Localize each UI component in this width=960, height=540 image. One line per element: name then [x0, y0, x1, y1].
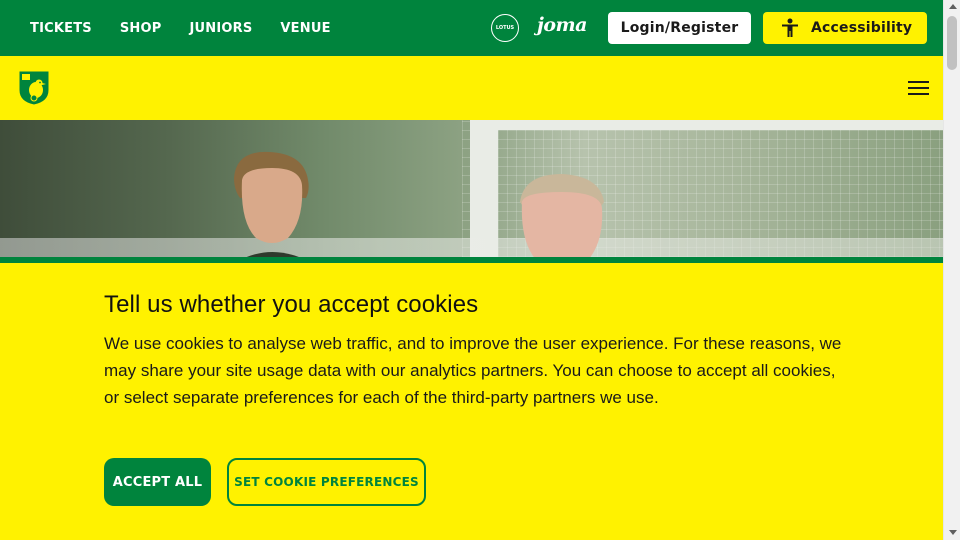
menu-line: [908, 81, 929, 83]
page-scrollbar[interactable]: [943, 0, 960, 540]
joma-sponsor-logo[interactable]: joma: [537, 14, 587, 36]
nav-tickets[interactable]: TICKETS: [30, 21, 92, 36]
menu-line: [908, 93, 929, 95]
scroll-thumb[interactable]: [947, 16, 957, 70]
scroll-up-arrow-icon[interactable]: [949, 4, 957, 9]
site-header: [0, 56, 943, 120]
lotus-logo-text: LOTUS: [492, 15, 518, 41]
scroll-down-arrow-icon[interactable]: [949, 530, 957, 535]
hero-image: [0, 120, 943, 257]
person-accessibility-icon: [782, 18, 798, 37]
login-register-button[interactable]: Login/Register: [608, 12, 751, 44]
nav-shop[interactable]: SHOP: [120, 21, 162, 36]
pitch-fence: [0, 238, 943, 257]
nav-venue[interactable]: VENUE: [280, 21, 330, 36]
accessibility-button[interactable]: Accessibility: [763, 12, 927, 44]
top-nav: TICKETS SHOP JUNIORS VENUE: [30, 0, 331, 56]
accept-all-button[interactable]: ACCEPT ALL: [104, 458, 211, 506]
cookie-banner: Tell us whether you accept cookies We us…: [0, 263, 943, 540]
hamburger-menu-icon[interactable]: [908, 81, 929, 95]
page-viewport: TICKETS SHOP JUNIORS VENUE LOTUS joma Lo…: [0, 0, 943, 540]
cookie-preferences-button[interactable]: SET COOKIE PREFERENCES: [227, 458, 426, 506]
coach-figure: [520, 174, 604, 257]
nav-juniors[interactable]: JUNIORS: [189, 21, 252, 36]
cookie-title: Tell us whether you accept cookies: [104, 291, 479, 318]
club-crest-icon[interactable]: [18, 70, 50, 106]
cookie-description: We use cookies to analyse web traffic, a…: [104, 334, 842, 407]
goal-crossbar: [470, 120, 943, 130]
menu-line: [908, 87, 929, 89]
goal-post: [470, 120, 498, 257]
lotus-sponsor-logo[interactable]: LOTUS: [489, 12, 521, 44]
top-bar: TICKETS SHOP JUNIORS VENUE LOTUS joma Lo…: [0, 0, 943, 56]
accessibility-label: Accessibility: [811, 20, 913, 36]
player-figure: [234, 151, 309, 257]
